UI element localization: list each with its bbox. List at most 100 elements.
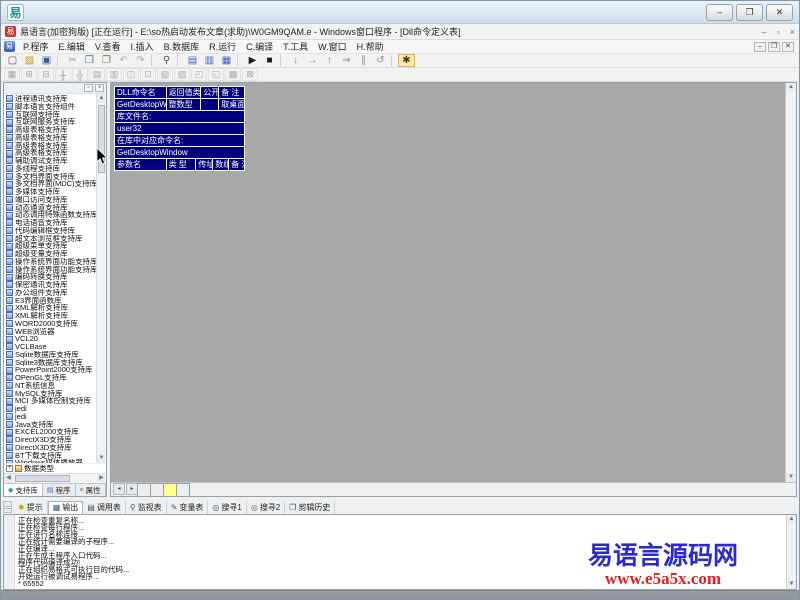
menu-item[interactable]: T.工具 (278, 40, 313, 53)
table-toolbar-button[interactable]: ◫ (123, 68, 139, 81)
library-item[interactable]: 多线程支持库 (4, 165, 96, 173)
library-item[interactable]: E3界面函数库 (4, 297, 96, 305)
menu-item[interactable]: C.编译 (241, 40, 278, 53)
library-item[interactable]: Java支持库 (4, 421, 96, 429)
panel-grip[interactable] (3, 501, 12, 513)
output-tab[interactable]: ◎ 搜寻2 (247, 501, 285, 514)
library-item[interactable]: DirectX3D支持库 (4, 436, 96, 444)
data-type-node[interactable]: + 数据类型 (4, 463, 106, 473)
param-header-cell[interactable]: 传址 (196, 159, 213, 171)
dll-definition-canvas[interactable]: DLL命令名 返回值类型 公开 备 注 GetDesktopWindow 整数型… (111, 83, 785, 482)
output-gutter-button[interactable] (5, 527, 13, 535)
toolbar-button[interactable]: ✱ (398, 54, 415, 67)
table-toolbar-button[interactable]: ╫ (55, 68, 71, 81)
library-item[interactable]: 操作系统界面功能支持库 (4, 266, 96, 274)
mdi-restore-button[interactable]: ❐ (768, 42, 780, 52)
sidebar-tab[interactable]: ▤ 程序 (43, 484, 76, 496)
document-tab[interactable] (176, 483, 190, 496)
ide-restore-button[interactable]: ▫ (777, 27, 780, 37)
sidebar-tab[interactable]: ◆ 支持库 (4, 484, 43, 496)
toolbar-button[interactable]: ✂ (64, 54, 81, 67)
expand-icon[interactable]: + (6, 465, 13, 472)
library-item[interactable]: XML解析支持库 (4, 312, 96, 320)
mdi-minimize-button[interactable]: – (754, 42, 766, 52)
library-item[interactable]: VCLBase (4, 343, 96, 351)
library-item[interactable]: VCL20 (4, 335, 96, 343)
os-close-button[interactable]: ✕ (766, 4, 793, 21)
toolbar-button[interactable]: ↓ (287, 54, 304, 67)
toolbar-button[interactable]: ▧ (21, 54, 38, 67)
table-toolbar-button[interactable]: ▦ (4, 68, 20, 81)
scroll-up-icon[interactable]: ▲ (97, 94, 106, 103)
toolbar-button[interactable] (391, 55, 396, 66)
toolbar-button[interactable]: → (304, 54, 321, 67)
menu-item[interactable]: I.插入 (126, 40, 159, 53)
library-item[interactable]: 脚本语言支持组件 (4, 103, 96, 111)
menu-item[interactable]: R.运行 (204, 40, 241, 53)
library-item[interactable]: 端口访问支持库 (4, 196, 96, 204)
library-item[interactable]: BT下载支持库 (4, 452, 96, 460)
toolbar-button[interactable]: ↑ (321, 54, 338, 67)
ide-minimize-button[interactable]: – (762, 27, 767, 37)
toolbar-button[interactable]: ⇒ (338, 54, 355, 67)
close-icon[interactable]: × (95, 84, 104, 92)
tab-scroll-left-icon[interactable]: ◂ (113, 483, 125, 495)
toolbar-button[interactable]: ▢ (4, 54, 21, 67)
scroll-up-icon[interactable]: ▲ (786, 83, 796, 92)
library-item[interactable]: 操作系统界面功能支持库(2B版) (4, 258, 96, 266)
header-cell[interactable]: 公开 (201, 87, 219, 99)
library-item[interactable]: DirectX3D支持库 (4, 444, 96, 452)
toolbar-button[interactable]: ▦ (218, 54, 235, 67)
sidebar-hscrollbar[interactable]: ◀ ▶ (4, 473, 106, 483)
toolbar-button[interactable] (57, 55, 62, 66)
library-item[interactable]: 动态调用特殊函数支持库 (4, 211, 96, 219)
pin-icon[interactable]: ▫ (84, 84, 93, 92)
library-item[interactable]: 超级变量支持库 (4, 250, 96, 258)
map-name-label-cell[interactable]: 在库中对应命令名: (115, 135, 245, 147)
menu-item[interactable]: P.程序 (18, 40, 53, 53)
hscroll-thumb[interactable] (15, 475, 70, 482)
library-item[interactable]: WORD2000支持库 (4, 320, 96, 328)
menu-item[interactable]: H.帮助 (352, 40, 389, 53)
table-toolbar-button[interactable]: ▩ (225, 68, 241, 81)
output-scrollbar[interactable]: ▲ ▼ (786, 515, 796, 589)
param-header-cell[interactable]: 类 型 (167, 159, 197, 171)
library-item[interactable]: 多媒体支持库 (4, 188, 96, 196)
return-type-cell[interactable]: 整数型 (167, 99, 202, 111)
output-tab[interactable]: ▦ 输出 (48, 501, 84, 514)
lib-file-value-cell[interactable]: user32 (115, 123, 245, 135)
library-item[interactable]: EXCEL2000支持库 (4, 428, 96, 436)
library-item[interactable]: 超级菜单支持库 (4, 242, 96, 250)
map-name-value-cell[interactable]: GetDesktopWindow (115, 147, 245, 159)
param-header-cell[interactable]: 备 注 (229, 159, 245, 171)
output-tab[interactable]: ▤ 调用表 (83, 501, 126, 514)
output-tab[interactable]: ✎ 变量表 (167, 501, 209, 514)
comment-cell[interactable]: 取桌面句柄 (219, 99, 245, 111)
ide-close-button[interactable]: × (790, 27, 795, 37)
table-toolbar-button[interactable]: ╬ (72, 68, 88, 81)
lib-file-label-cell[interactable]: 库文件名: (115, 111, 245, 123)
menu-item[interactable]: E.编辑 (53, 40, 90, 53)
library-item[interactable]: 保密通讯支持库 (4, 281, 96, 289)
library-item[interactable]: 超文本浏览框支持库 (4, 235, 96, 243)
public-cell[interactable] (201, 99, 219, 111)
param-header-cell[interactable]: 数组 (213, 159, 229, 171)
os-minimize-button[interactable]: – (706, 4, 733, 21)
library-item[interactable]: MySQL支持库 (4, 390, 96, 398)
library-item[interactable]: 进程通讯支持库 (4, 95, 96, 103)
menu-item[interactable]: W.窗口 (313, 40, 352, 53)
param-header-cell[interactable]: 参数名 (115, 159, 167, 171)
library-item[interactable]: 电话语音支持库 (4, 219, 96, 227)
library-item[interactable]: MCI 多媒体控制支持库 (4, 397, 96, 405)
library-item[interactable]: 互联网支持库 (4, 111, 96, 119)
menu-item[interactable]: V.查看 (90, 40, 126, 53)
library-item[interactable]: jedi (4, 413, 96, 421)
output-tab[interactable]: ✹ 提示 (14, 501, 48, 514)
toolbar-button[interactable]: ↷ (132, 54, 149, 67)
library-item[interactable]: 高级表格支持库 (4, 126, 96, 134)
library-item[interactable]: 高级表格支持库 (4, 149, 96, 157)
toolbar-button[interactable]: ❒ (98, 54, 115, 67)
toolbar-button[interactable]: ▤ (184, 54, 201, 67)
toolbar-button[interactable] (177, 55, 182, 66)
library-item[interactable]: 辅助调试支持库 (4, 157, 96, 165)
